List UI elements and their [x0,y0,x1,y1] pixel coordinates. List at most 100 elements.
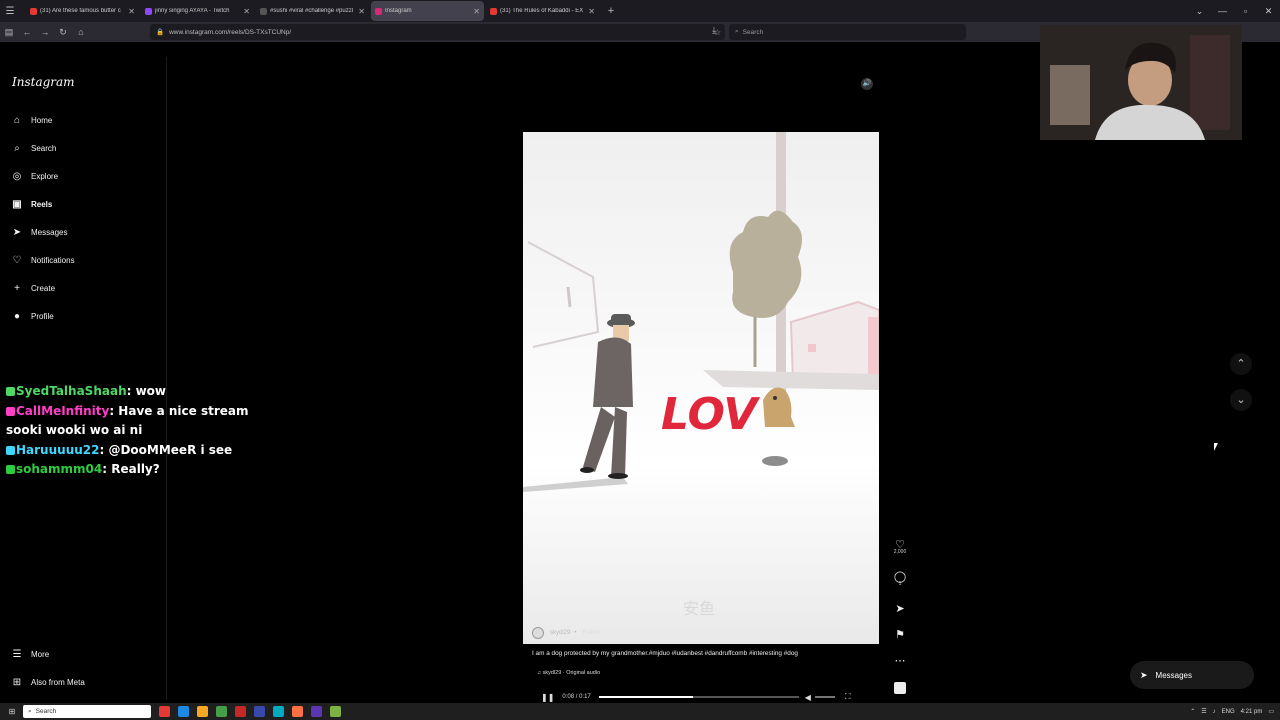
audio-thumbnail[interactable] [892,682,908,697]
music-note-icon: ♫ [537,670,542,676]
tab-favicon-icon [490,7,497,15]
app-icon[interactable] [178,706,189,717]
sidebar-item-notifications[interactable]: ♡ Notifications [11,254,75,266]
forward-button[interactable]: → [36,27,54,37]
volume-slider[interactable] [814,696,835,698]
reel-caption: I am a dog protected by my grandmother.#… [532,650,798,657]
volume-icon[interactable]: 🔊 [861,78,873,90]
app-icon[interactable] [273,706,284,717]
back-button[interactable]: ← [18,27,36,37]
minimize-button[interactable]: — [1211,0,1234,22]
send-icon: ➤ [895,603,905,615]
reel-video[interactable]: LOV 安鱼 [523,132,879,644]
chat-message: SyedTalhaShaah: wow [6,382,276,402]
stream-chat-overlay: SyedTalhaShaah: wow CallMeInfinity: Have … [6,382,276,480]
save-button[interactable]: ⚑ [892,628,908,641]
reel-audio[interactable]: ♫ skydl29 · Original audio [537,670,600,676]
language-indicator[interactable]: ENG [1222,709,1235,715]
dog [762,387,795,466]
system-tray: ⌃ ☰ ♪ ENG 4:21 pm ▭ [1190,703,1274,720]
tab-close-icon[interactable]: ✕ [358,7,365,16]
folder-icon[interactable] [197,706,208,717]
sidebar-toggle-icon[interactable]: ▤ [0,27,18,38]
app-icon[interactable] [216,706,227,717]
share-button[interactable]: ➤ [892,602,908,615]
sidebar-item-search[interactable]: ⌕ Search [11,142,56,154]
sidebar-item-label: More [31,649,50,659]
chat-badge-icon [6,387,15,396]
browser-search-input[interactable]: ⌕ Search [729,24,966,40]
instagram-logo[interactable]: Instagram [12,75,75,89]
sidebar-item-also-from-meta[interactable]: ⊞ Also from Meta [11,676,85,688]
sidebar-item-create[interactable]: + Create [11,282,55,294]
reload-button[interactable]: ↻ [54,27,72,38]
browser-search-placeholder: Search [742,28,764,36]
tab-title: (31) Are these famous butter c [40,8,121,14]
previous-reel-button[interactable]: ⌃ [1230,353,1252,375]
sidebar-item-more[interactable]: ☰ More [11,648,50,660]
close-window-button[interactable]: ✕ [1257,0,1280,22]
follow-button[interactable]: Follow [582,630,599,636]
tree [729,210,802,318]
download-icon[interactable]: ⤓ [712,25,716,36]
sidebar-item-profile[interactable]: ● Profile [11,310,54,322]
browser-tab[interactable]: (31) Are these famous butter c ✕ [26,1,139,21]
like-button[interactable]: ♡ 2,000 [892,538,908,555]
start-button[interactable]: ⊞ [5,705,19,719]
browser-tab[interactable]: jinny singing AYAYA - Twitch ✕ [141,1,254,21]
clock[interactable]: 4:21 pm [1241,709,1263,715]
reel-video-illustration: LOV 安鱼 [523,132,879,618]
url-bar[interactable]: 🔒 www.instagram.com/reels/DS-TXsTCUNp/ ☆ [150,24,725,40]
home-button[interactable]: ⌂ [72,27,90,37]
new-tab-button[interactable]: + [603,5,619,17]
comment-button[interactable]: ◯ 1 [892,570,908,587]
sidebar-item-explore[interactable]: ◎ Explore [11,170,59,182]
maximize-button[interactable]: ▫ [1234,0,1257,22]
next-reel-button[interactable]: ⌄ [1230,389,1252,411]
fullscreen-icon[interactable]: ⛶ [845,692,851,702]
browser-tab[interactable]: Instagram ✕ [371,1,484,21]
app-icon[interactable] [235,706,246,717]
sidebar-item-messages[interactable]: ➤ Messages [11,226,68,238]
speaker-icon[interactable]: ♪ [1213,709,1216,715]
network-icon[interactable]: ☰ [1201,708,1206,715]
browser-tab[interactable]: (31) The Rules of Kabaddi - EX ✕ [486,1,599,21]
reel-author-row: skydl29 • Follow [532,627,600,639]
compass-icon: ◎ [12,170,22,182]
plus-icon: + [14,282,20,294]
app-icon[interactable] [254,706,265,717]
avatar-icon: ● [13,310,21,322]
app-icon[interactable] [159,706,170,717]
chat-text: : @DooMMeeR i see [99,442,233,457]
sidebar-item-label: Notifications [31,255,75,265]
firefox-icon[interactable] [292,706,303,717]
tab-close-icon[interactable]: ✕ [588,7,595,16]
chevron-up-icon[interactable]: ⌃ [1190,708,1195,715]
tab-title: Instagram [385,8,412,14]
reel-navigation: ⌃ ⌄ [1230,353,1252,425]
reel-audio-label: skydl29 · Original audio [542,670,601,676]
tab-overflow-icon[interactable]: ⌄ [1188,0,1211,22]
app-icon[interactable] [330,706,341,717]
chat-username: CallMeInfinity [16,403,110,418]
more-options-button[interactable]: ⋯ [892,654,908,667]
tab-close-icon[interactable]: ✕ [473,7,480,16]
sidebar-item-reels[interactable]: ▣ Reels [11,198,52,210]
chat-badge-icon [6,406,15,416]
app-icon[interactable] [311,706,322,717]
browser-tab[interactable]: #sushi #viral #challenge #puzzl ✕ [256,1,369,21]
chat-text: : wow [126,384,167,398]
notification-icon[interactable]: ▭ [1268,708,1274,715]
tab-list-icon[interactable]: ☰ [0,0,20,22]
author-username[interactable]: skydl29 [550,630,570,636]
pause-icon[interactable]: ❚❚ [541,693,554,702]
author-avatar[interactable] [532,627,544,639]
mute-icon[interactable]: ◀ [805,693,811,702]
sidebar-item-home[interactable]: ⌂ Home [11,114,52,126]
tab-close-icon[interactable]: ✕ [128,7,135,16]
tab-favicon-icon [30,7,37,15]
messages-button[interactable]: ➤ Messages [1130,661,1254,689]
video-progress-bar[interactable] [598,696,799,698]
taskbar-search[interactable]: ⌕ Search [23,705,151,718]
tab-close-icon[interactable]: ✕ [243,7,250,16]
